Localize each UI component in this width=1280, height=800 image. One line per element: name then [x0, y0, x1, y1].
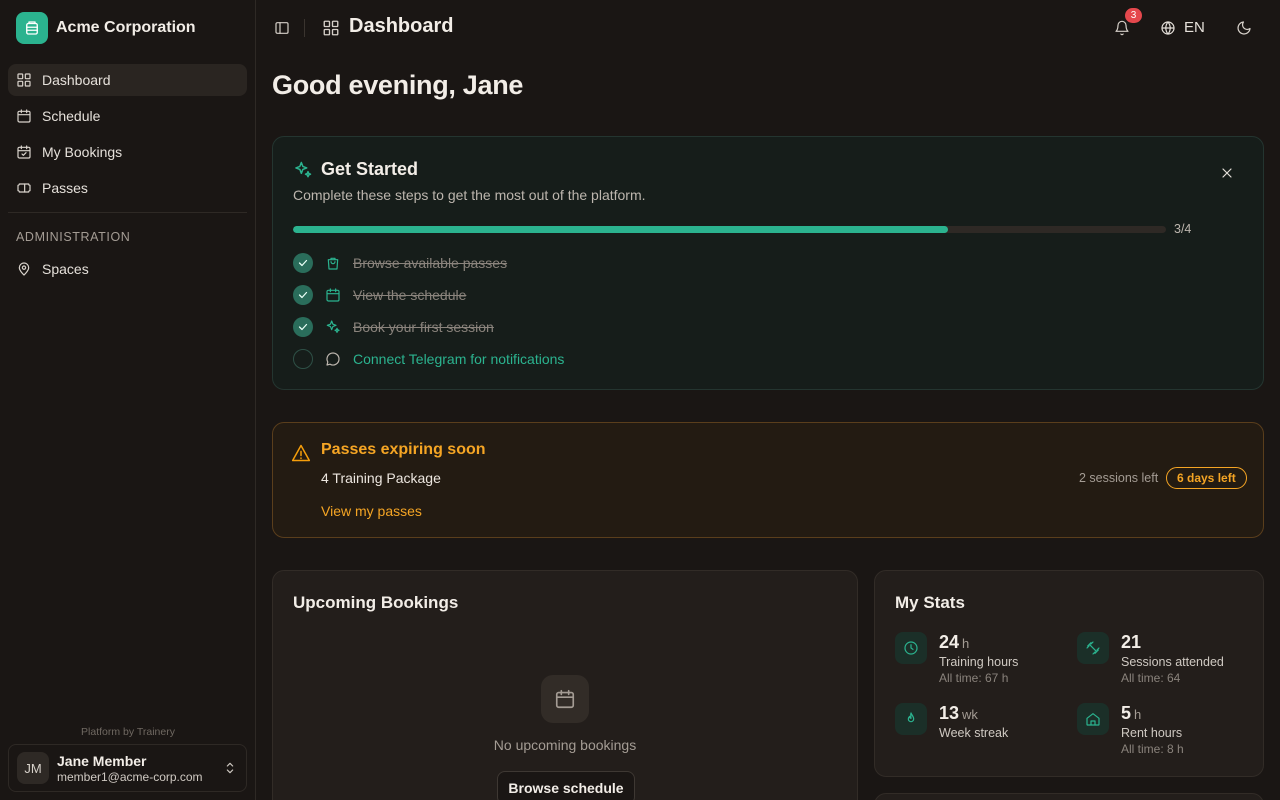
step-label: Book your first session	[353, 319, 494, 335]
stat-value: 13	[939, 703, 960, 723]
sidebar-item-schedule[interactable]: Schedule	[8, 100, 247, 132]
sidebar-toggle-icon[interactable]	[274, 20, 290, 36]
progress-text: 3/4	[1174, 222, 1192, 236]
get-started-card: Get Started Complete these steps to get …	[272, 136, 1264, 390]
bookings-title: Upcoming Bookings	[293, 593, 459, 612]
check-icon	[293, 317, 313, 337]
get-started-subtitle: Complete these steps to get the most out…	[293, 187, 646, 203]
step-view-schedule[interactable]: View the schedule	[293, 285, 466, 305]
step-label: Browse available passes	[353, 255, 508, 271]
calendar-icon	[325, 287, 341, 303]
dashboard-icon	[16, 72, 32, 88]
message-circle-icon	[325, 351, 341, 367]
sidebar-item-label: Spaces	[42, 261, 89, 277]
stat-label: Training hours	[939, 655, 1019, 669]
map-pin-icon	[16, 261, 32, 277]
avatar: JM	[17, 752, 49, 784]
sessions-left: 2 sessions left	[1079, 471, 1159, 485]
sidebar-item-dashboard[interactable]: Dashboard	[8, 64, 247, 96]
stat-label: Rent hours	[1121, 726, 1183, 740]
browse-schedule-button[interactable]: Browse schedule	[497, 771, 635, 800]
passes-expiring-card: Passes expiring soon 4 Training Package …	[272, 422, 1264, 538]
step-book-session[interactable]: Book your first session	[293, 317, 494, 337]
platform-credit: Platform by Trainery	[81, 726, 175, 738]
main-nav: Dashboard Schedule My Bookings Passes	[8, 64, 247, 208]
calendar-check-icon	[16, 144, 32, 160]
brand[interactable]: Acme Corporation	[16, 12, 196, 44]
stats-title: My Stats	[895, 593, 965, 612]
notification-badge: 3	[1125, 8, 1142, 23]
sidebar-item-label: Passes	[42, 180, 88, 196]
chevrons-up-down-icon	[222, 760, 238, 776]
top-header: Dashboard 3 EN	[256, 0, 1280, 56]
sidebar-item-label: My Bookings	[42, 144, 123, 160]
alert-triangle-icon	[291, 443, 311, 463]
sidebar-item-passes[interactable]: Passes	[8, 172, 247, 204]
days-left-badge: 6 days left	[1166, 467, 1247, 489]
ticket-icon	[16, 180, 32, 196]
stat-value: 5	[1121, 703, 1132, 723]
progress-bar	[293, 226, 1166, 233]
stat-unit: h	[962, 636, 970, 651]
sidebar-item-my-bookings[interactable]: My Bookings	[8, 136, 247, 168]
calendar-icon	[541, 675, 589, 723]
check-icon	[293, 253, 313, 273]
sparkles-icon	[325, 319, 341, 335]
my-stats-card: My Stats 24 h Training hours All time: 67…	[874, 570, 1264, 777]
stat-sub: All time: 67 h	[939, 671, 1009, 685]
globe-icon	[1160, 20, 1176, 36]
brand-name: Acme Corporation	[56, 19, 196, 36]
divider	[8, 212, 247, 213]
step-label[interactable]: Connect Telegram for notifications	[353, 351, 564, 367]
dashboard-icon	[322, 19, 340, 37]
empty-state-text: No upcoming bookings	[493, 737, 637, 753]
sidebar-item-label: Schedule	[42, 108, 101, 124]
next-card	[874, 793, 1264, 800]
flame-icon	[895, 703, 927, 735]
clock-icon	[895, 632, 927, 664]
step-connect-telegram[interactable]: Connect Telegram for notifications	[293, 349, 564, 369]
section-title-administration: ADMINISTRATION	[16, 230, 131, 244]
view-passes-link[interactable]: View my passes	[321, 503, 422, 519]
stat-label: Sessions attended	[1121, 655, 1224, 669]
close-icon[interactable]	[1219, 165, 1235, 181]
stat-sub: All time: 64	[1121, 671, 1181, 685]
divider	[304, 19, 305, 37]
sparkles-icon	[293, 160, 313, 180]
expiring-title: Passes expiring soon	[321, 441, 486, 458]
sidebar-item-spaces[interactable]: Spaces	[8, 253, 247, 285]
stat-label: Week streak	[939, 726, 1009, 740]
step-label: View the schedule	[353, 287, 467, 303]
progress-fill	[293, 226, 948, 233]
language-switcher[interactable]: EN	[1160, 19, 1205, 36]
user-email: member1@acme-corp.com	[57, 769, 203, 784]
step-browse-passes[interactable]: Browse available passes	[293, 253, 507, 273]
greeting: Good evening, Jane	[272, 70, 524, 100]
home-icon	[1077, 703, 1109, 735]
upcoming-bookings-card: Upcoming Bookings No upcoming bookings B…	[272, 570, 858, 800]
building-icon	[16, 12, 48, 44]
stat-unit: wk	[962, 707, 978, 722]
moon-icon[interactable]	[1236, 20, 1252, 36]
stat-unit: h	[1134, 707, 1142, 722]
user-menu[interactable]: JM Jane Member member1@acme-corp.com	[8, 744, 247, 792]
admin-nav: Spaces	[8, 253, 247, 289]
get-started-title: Get Started	[321, 159, 419, 179]
dumbbell-icon	[1077, 632, 1109, 664]
pass-name: 4 Training Package	[321, 470, 441, 486]
empty-checkbox[interactable]	[293, 349, 313, 369]
stat-sub: All time: 8 h	[1121, 742, 1184, 756]
user-name: Jane Member	[57, 752, 147, 769]
bell-icon[interactable]	[1114, 20, 1130, 36]
calendar-icon	[16, 108, 32, 124]
sidebar: Acme Corporation Dashboard Schedule My B…	[0, 0, 256, 800]
check-icon	[293, 285, 313, 305]
page-title: Dashboard	[349, 15, 454, 37]
sidebar-item-label: Dashboard	[42, 72, 111, 88]
stat-value: 21	[1121, 632, 1142, 652]
stat-value: 24	[939, 632, 960, 652]
shopping-bag-icon	[325, 255, 341, 271]
language-label: EN	[1184, 19, 1205, 36]
